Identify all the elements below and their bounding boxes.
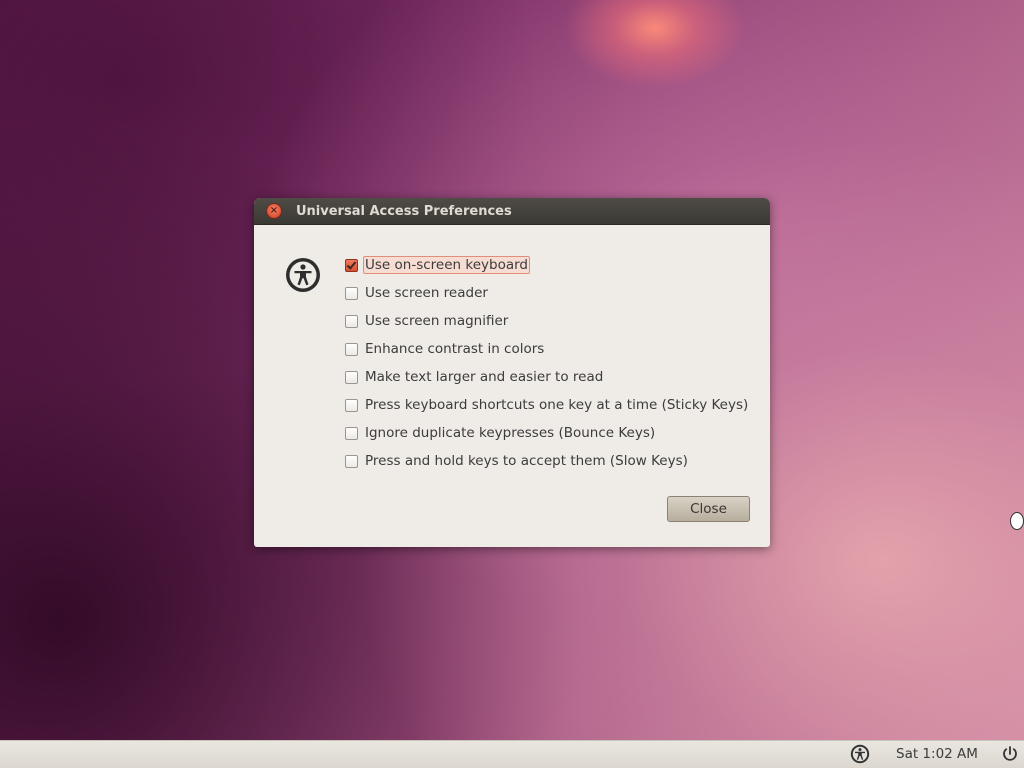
option-label[interactable]: Enhance contrast in colors: [365, 341, 544, 357]
option-label[interactable]: Press and hold keys to accept them (Slow…: [365, 453, 688, 469]
option-checkbox[interactable]: [345, 286, 358, 300]
option-row[interactable]: Make text larger and easier to read: [345, 367, 603, 387]
mouse-cursor: [1010, 512, 1024, 530]
option-row[interactable]: Use screen reader: [345, 283, 488, 303]
option-checkbox[interactable]: [345, 426, 358, 440]
option-label[interactable]: Use screen reader: [365, 285, 488, 301]
option-checkbox[interactable]: [345, 258, 358, 272]
option-checkbox[interactable]: [345, 398, 358, 412]
accessibility-icon[interactable]: [850, 744, 870, 764]
top-panel: Sat 1:02 AM: [0, 740, 1024, 768]
clock[interactable]: Sat 1:02 AM: [896, 746, 978, 762]
option-row[interactable]: Use screen magnifier: [345, 311, 508, 331]
option-row[interactable]: Press and hold keys to accept them (Slow…: [345, 451, 688, 471]
option-row[interactable]: Enhance contrast in colors: [345, 339, 544, 359]
accessibility-icon: [286, 258, 320, 292]
option-checkbox[interactable]: [345, 342, 358, 356]
option-label[interactable]: Press keyboard shortcuts one key at a ti…: [365, 397, 748, 413]
option-label[interactable]: Use screen magnifier: [365, 313, 508, 329]
universal-access-dialog: × Universal Access Preferences Use on-sc…: [254, 198, 770, 547]
dialog-title: Universal Access Preferences: [296, 203, 512, 219]
option-checkbox[interactable]: [345, 454, 358, 468]
option-label[interactable]: Ignore duplicate keypresses (Bounce Keys…: [365, 425, 655, 441]
option-row[interactable]: Ignore duplicate keypresses (Bounce Keys…: [345, 423, 655, 443]
option-label[interactable]: Make text larger and easier to read: [365, 369, 603, 385]
option-label[interactable]: Use on-screen keyboard: [363, 256, 530, 274]
close-icon[interactable]: ×: [266, 203, 282, 219]
close-button[interactable]: Close: [667, 496, 750, 522]
option-row[interactable]: Press keyboard shortcuts one key at a ti…: [345, 395, 748, 415]
option-row[interactable]: Use on-screen keyboard: [345, 255, 530, 275]
power-icon[interactable]: [1001, 745, 1019, 763]
dialog-titlebar[interactable]: × Universal Access Preferences: [254, 198, 770, 225]
option-checkbox[interactable]: [345, 370, 358, 384]
option-checkbox[interactable]: [345, 314, 358, 328]
